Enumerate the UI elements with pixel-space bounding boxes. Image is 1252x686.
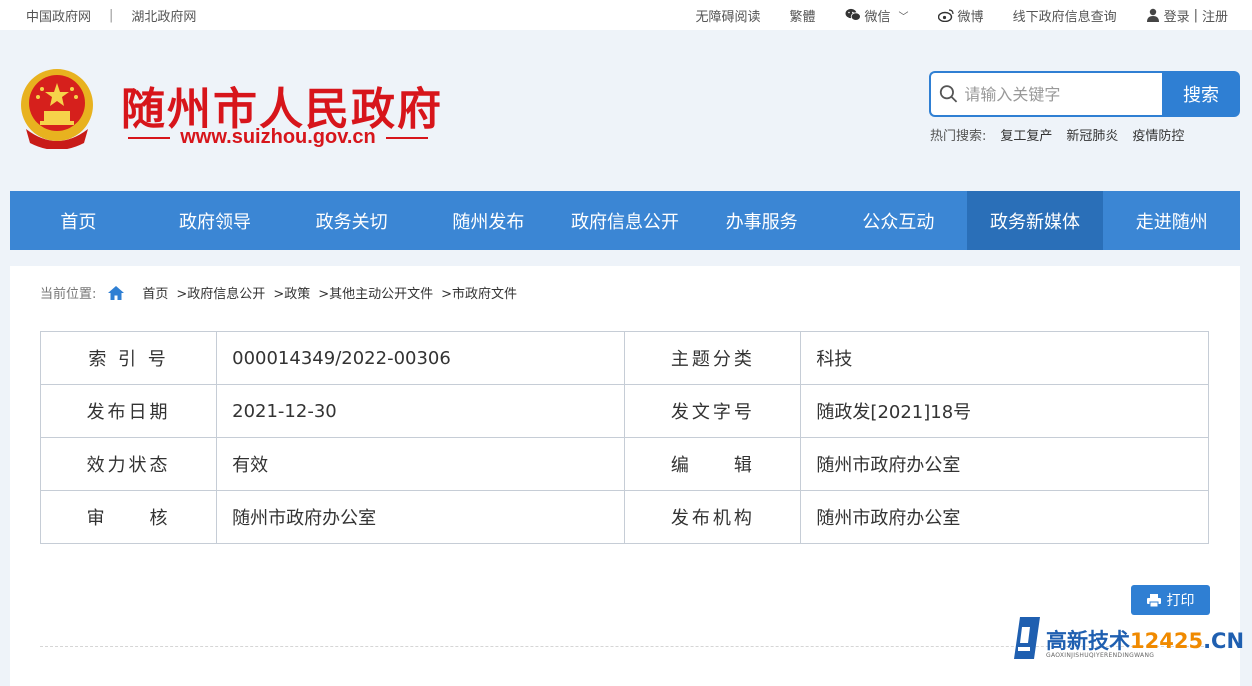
watermark: 高新技术12425.CN GAOXINJISHUQIYERENDINGWANG <box>1006 615 1252 665</box>
traditional-chinese-link[interactable]: 繁體 <box>790 6 816 25</box>
meta-key: 索 引 号 <box>41 332 217 385</box>
meta-value: 随州市政府办公室 <box>801 438 1209 491</box>
search-button[interactable]: 搜索 <box>1162 71 1240 117</box>
top-right-links: 无障碍阅读 繁體 微信 ﹀ 微博 线下政府信息查询 登录 | 注册 <box>696 6 1252 25</box>
search-input[interactable] <box>962 84 1162 105</box>
weibo-link[interactable]: 微博 <box>938 6 984 25</box>
watermark-number: 12425 <box>1130 629 1203 653</box>
offline-query-link[interactable]: 线下政府信息查询 <box>1013 6 1117 25</box>
meta-value: 随州市政府办公室 <box>801 491 1209 544</box>
meta-key: 编 辑 <box>625 438 801 491</box>
document-meta-table: 索 引 号 000014349/2022-00306 主题分类 科技 发布日期 … <box>40 331 1209 544</box>
table-row: 效力状态 有效 编 辑 随州市政府办公室 <box>41 438 1209 491</box>
nav-item-interaction[interactable]: 公众互动 <box>830 191 967 250</box>
meta-value: 000014349/2022-00306 <box>217 332 625 385</box>
link-hubei-gov[interactable]: 湖北政府网 <box>131 6 196 25</box>
user-icon <box>1146 8 1160 22</box>
nav-item-about-suizhou[interactable]: 走进随州 <box>1103 191 1240 250</box>
breadcrumb-item[interactable]: >政策 <box>273 283 310 302</box>
table-row: 审 核 随州市政府办公室 发布机构 随州市政府办公室 <box>41 491 1209 544</box>
watermark-tld: .CN <box>1203 629 1244 653</box>
meta-value: 有效 <box>217 438 625 491</box>
url-right-line <box>386 137 428 139</box>
table-row: 发布日期 2021-12-30 发文字号 随政发[2021]18号 <box>41 385 1209 438</box>
accessible-reading-link[interactable]: 无障碍阅读 <box>696 6 761 25</box>
link-china-gov[interactable]: 中国政府网 <box>26 6 91 25</box>
meta-value: 随政发[2021]18号 <box>801 385 1209 438</box>
wechat-icon <box>845 8 861 22</box>
printer-icon <box>1147 594 1161 607</box>
hot-search-item[interactable]: 复工复产 <box>1000 125 1052 144</box>
site-url-row: www.suizhou.gov.cn <box>128 126 428 149</box>
national-emblem-icon[interactable] <box>18 67 96 149</box>
breadcrumb-item[interactable]: >市政府文件 <box>441 283 517 302</box>
nav-item-new-media[interactable]: 政务新媒体 <box>967 191 1104 250</box>
hot-search: 热门搜索: 复工复产 新冠肺炎 疫情防控 <box>930 125 1184 144</box>
breadcrumb: 当前位置: 首页 >政府信息公开 >政策 >其他主动公开文件 >市政府文件 <box>40 283 525 302</box>
meta-value: 2021-12-30 <box>217 385 625 438</box>
print-label: 打印 <box>1167 590 1195 610</box>
account-separator: | <box>1194 8 1198 23</box>
hot-search-item[interactable]: 疫情防控 <box>1132 125 1184 144</box>
nav-item-info-disclosure[interactable]: 政府信息公开 <box>557 191 694 250</box>
login-link[interactable]: 登录 <box>1164 6 1190 25</box>
meta-key: 审 核 <box>41 491 217 544</box>
hot-search-label: 热门搜索: <box>930 125 986 144</box>
print-button[interactable]: 打印 <box>1131 585 1210 615</box>
search-box: 搜索 <box>929 71 1240 117</box>
breadcrumb-item[interactable]: >政府信息公开 <box>176 283 265 302</box>
wechat-label: 微信 <box>865 6 891 25</box>
main-nav: 首页 政府领导 政务关切 随州发布 政府信息公开 办事服务 公众互动 政务新媒体… <box>10 191 1240 250</box>
watermark-main: 高新技术 <box>1046 629 1130 653</box>
nav-item-leaders[interactable]: 政府领导 <box>147 191 284 250</box>
weibo-icon <box>938 9 954 22</box>
site-url: www.suizhou.gov.cn <box>180 126 376 149</box>
chevron-down-icon: ﹀ <box>899 8 909 23</box>
meta-key: 效力状态 <box>41 438 217 491</box>
breadcrumb-label: 当前位置: <box>40 283 96 302</box>
nav-item-releases[interactable]: 随州发布 <box>420 191 557 250</box>
home-icon[interactable] <box>108 286 124 300</box>
meta-key: 主题分类 <box>625 332 801 385</box>
watermark-logo-icon <box>1006 615 1042 661</box>
top-bar: 中国政府网 | 湖北政府网 无障碍阅读 繁體 微信 ﹀ 微博 线下政府信息查询 … <box>0 0 1252 30</box>
meta-key: 发布机构 <box>625 491 801 544</box>
search-icon <box>939 83 958 105</box>
meta-key: 发文字号 <box>625 385 801 438</box>
search-input-wrap <box>929 71 1162 117</box>
meta-value: 随州市政府办公室 <box>217 491 625 544</box>
hot-search-item[interactable]: 新冠肺炎 <box>1066 125 1118 144</box>
breadcrumb-item[interactable]: >其他主动公开文件 <box>318 283 433 302</box>
account-links: 登录 | 注册 <box>1146 6 1228 25</box>
url-left-line <box>128 137 170 139</box>
top-separator: | <box>109 8 113 23</box>
watermark-subtext: GAOXINJISHUQIYERENDINGWANG <box>1046 652 1154 659</box>
register-link[interactable]: 注册 <box>1202 6 1228 25</box>
site-header: 随州市人民政府 www.suizhou.gov.cn 搜索 热门搜索: 复工复产… <box>0 30 1252 191</box>
wechat-link[interactable]: 微信 ﹀ <box>845 6 909 25</box>
nav-item-concerns[interactable]: 政务关切 <box>283 191 420 250</box>
weibo-label: 微博 <box>958 6 984 25</box>
meta-key: 发布日期 <box>41 385 217 438</box>
watermark-text: 高新技术12425.CN <box>1046 625 1244 655</box>
nav-item-home[interactable]: 首页 <box>10 191 147 250</box>
breadcrumb-item[interactable]: 首页 <box>142 283 168 302</box>
nav-item-services[interactable]: 办事服务 <box>693 191 830 250</box>
table-row: 索 引 号 000014349/2022-00306 主题分类 科技 <box>41 332 1209 385</box>
meta-value: 科技 <box>801 332 1209 385</box>
top-left-links: 中国政府网 | 湖北政府网 <box>0 6 196 25</box>
